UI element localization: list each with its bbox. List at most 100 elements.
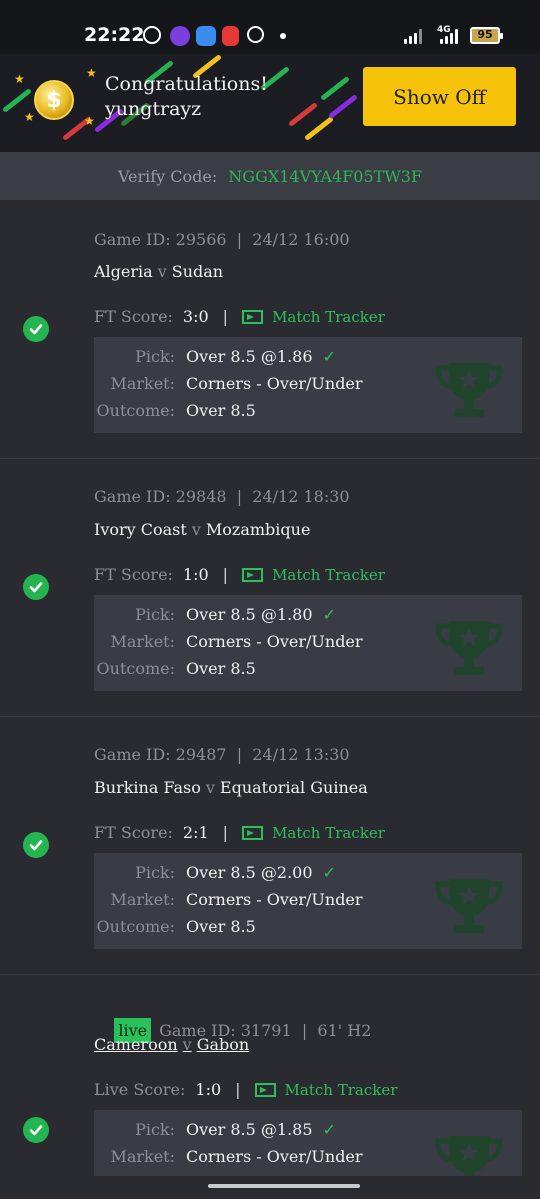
cell-signal-icon [440,28,462,44]
notification-dot [280,33,286,39]
match-tracker-icon[interactable] [254,1082,276,1097]
trophy-icon [435,879,503,933]
home-team: Algeria [94,262,153,281]
outcome-value: Over 8.5 [186,659,256,678]
score-line: FT Score: 3:0 | Match Tracker [94,307,385,326]
match-tracker-link[interactable]: Match Tracker [272,566,385,584]
match-title[interactable]: Cameroon v Gabon [94,1035,249,1054]
versus-label: v [191,520,201,539]
bet-card: Game ID: 29487 | 24/12 13:30 Burkina Fas… [0,717,540,975]
confetti-streak [304,116,334,141]
versus-label: v [157,262,167,281]
bet-card: Game ID: 29848 | 24/12 18:30 Ivory Coast… [0,459,540,717]
pick-label: Pick: [135,347,175,366]
pick-won-check-icon: ✓ [322,1120,336,1139]
home-indicator[interactable] [208,1184,360,1188]
market-value: Corners - Over/Under [186,632,363,651]
trophy-icon [435,621,503,675]
pick-won-check-icon: ✓ [322,605,336,624]
battery-icon: 95 [470,27,503,44]
match-tracker-link[interactable]: Match Tracker [285,1081,398,1099]
score-value: 1:0 [182,565,209,584]
pick-label: Pick: [135,605,175,624]
pick-details-box: Pick: Over 8.5 @1.80 ✓ Market: Corners - … [94,595,522,691]
away-team: Sudan [171,262,224,281]
won-check-icon [23,316,49,342]
match-title[interactable]: Algeria v Sudan [94,262,223,281]
outcome-label: Outcome: [96,917,175,936]
market-label: Market: [110,1147,175,1166]
score-label: FT Score: [94,823,173,842]
verify-code[interactable]: NGGX14VYA4F05TW3F [228,167,422,186]
game-id-line: Game ID: 29487 | 24/12 13:30 [94,745,350,764]
separator: | [222,307,229,326]
market-value: Corners - Over/Under [186,890,363,909]
pick-value: Over 8.5 @2.00 ✓ [186,863,336,882]
pick-won-check-icon: ✓ [322,347,336,366]
pick-value: Over 8.5 @1.85 ✓ [186,1120,336,1139]
won-check-icon [23,1117,49,1143]
bet-card-live: live Game ID: 31791 | 61' H2 Cameroon v Gab… [0,975,540,1176]
match-tracker-icon[interactable] [242,309,264,324]
game-id-line: Game ID: 29566 | 24/12 16:00 [94,230,350,249]
congratulations-title: Congratulations! [105,73,268,95]
score-label: FT Score: [94,307,173,326]
separator: | [222,565,229,584]
purple-app-icon [170,26,190,46]
coin-icon: $ [34,80,74,120]
score-value: 2:1 [182,823,209,842]
pick-won-check-icon: ✓ [322,863,336,882]
score-value: 3:0 [182,307,209,326]
home-team: Burkina Faso [94,778,201,797]
away-team: Gabon [196,1035,250,1054]
away-team: Equatorial Guinea [219,778,368,797]
congratulations-banner: ★ ★ ★ ★ $ Congratulations! yungtrayz Sho… [0,54,540,152]
market-label: Market: [110,632,175,651]
match-tracker-link[interactable]: Match Tracker [272,308,385,326]
pick-details-box: Pick: Over 8.5 @2.00 ✓ Market: Corners - … [94,853,522,949]
score-line: Live Score: 1:0 | Match Tracker [94,1080,397,1099]
pick-value: Over 8.5 @1.86 ✓ [186,347,336,366]
outcome-label: Outcome: [96,659,175,678]
market-label: Market: [110,890,175,909]
sparkle-icon: ★ [86,66,97,80]
status-bar: 22:22 4G 95 [0,0,540,54]
match-tracker-link[interactable]: Match Tracker [272,824,385,842]
sparkle-icon: ★ [84,114,95,128]
match-title[interactable]: Ivory Coast v Mozambique [94,520,310,539]
game-id-line: Game ID: 29848 | 24/12 18:30 [94,487,350,506]
confetti-streak [328,94,358,119]
pick-value: Over 8.5 @1.80 ✓ [186,605,336,624]
pick-details-box: Pick: Over 8.5 @1.86 ✓ Market: Corners - … [94,337,522,433]
outcome-value: Over 8.5 [186,401,256,420]
home-team: Ivory Coast [94,520,187,539]
trophy-icon [435,1136,503,1176]
pick-label: Pick: [135,863,175,882]
pick-details-box: Pick: Over 8.5 @1.85 ✓ Market: Corners - … [94,1110,522,1176]
separator: | [235,1080,241,1099]
bet-card: Game ID: 29566 | 24/12 16:00 Algeria v Sud… [0,200,540,459]
show-off-button[interactable]: Show Off [363,67,516,126]
match-tracker-icon[interactable] [242,567,264,582]
verify-code-row: Verify Code: NGGX14VYA4F05TW3F [0,152,540,200]
sparkle-icon: ★ [14,72,25,86]
confetti-streak [320,76,350,101]
battery-level: 95 [477,28,493,41]
verify-label: Verify Code: [117,166,218,186]
match-tracker-icon[interactable] [242,825,264,840]
sparkle-icon: ★ [24,110,35,124]
market-value: Corners - Over/Under [186,374,363,393]
versus-label: v [182,1035,192,1054]
match-title[interactable]: Burkina Faso v Equatorial Guinea [94,778,368,797]
score-label: Live Score: [94,1080,186,1099]
pick-label: Pick: [135,1120,175,1139]
home-team: Cameroon [94,1035,178,1054]
separator: | [222,823,229,842]
score-value: 1:0 [195,1080,222,1099]
away-team: Mozambique [205,520,311,539]
wifi-signal-icon [404,28,426,44]
outcome-label: Outcome: [96,401,175,420]
outcome-value: Over 8.5 [186,917,256,936]
won-check-icon [23,574,49,600]
pinterest-icon [143,26,161,44]
